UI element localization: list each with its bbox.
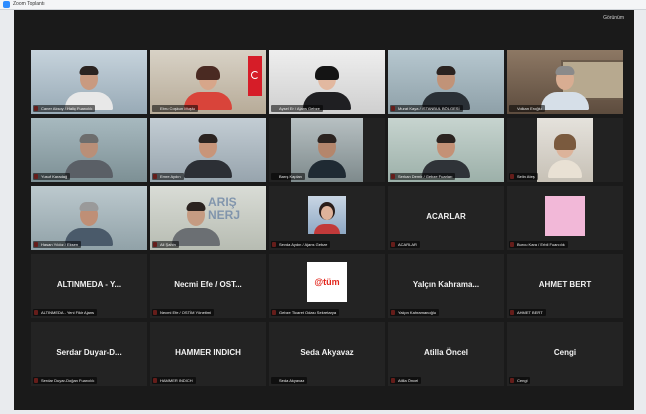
participant-tile[interactable]: Atilla Öncel Atilla Öncel [388, 322, 504, 386]
participant-video [170, 202, 222, 246]
participant-name: Volkan Eroğlu [509, 105, 545, 112]
participant-tile[interactable]: Yalçın Kahrama... Yalçın Kahramanoğlu [388, 254, 504, 318]
participant-name: Necmi Efe / OSTİM Yönetimi [152, 309, 215, 316]
participant-name: Gebze Ticaret Odası Sekretarya [271, 309, 340, 316]
participant-name: Selin Ateş [509, 173, 538, 180]
participant-display-name: ALTINMEDA - Y... [56, 280, 122, 289]
participant-display-name: Cengi [553, 348, 577, 357]
participant-tile[interactable]: Caner Aksoy / Haliç Fuarcılık [31, 50, 147, 114]
participant-name: Murat Kaya / İSTANBUL BÖLGESİ [390, 105, 463, 112]
participant-name: Cengi [509, 377, 531, 384]
participant-tile[interactable]: Serdar Duyar-D... Serdar Duyar-Doğan Fua… [31, 322, 147, 386]
participant-tile[interactable]: AHMET BERT AHMET BERT [507, 254, 623, 318]
participant-video-frame [537, 118, 593, 182]
participant-name: HAMMER INDICH [152, 377, 196, 384]
participant-name: Atilla Öncel [390, 377, 422, 384]
participant-name: Hasan Yıldız / Eksen [33, 241, 82, 248]
participant-video [420, 66, 472, 110]
participant-name: Serkan Demir / Gebze Fuarları [390, 173, 456, 180]
logo-text: @tüm [314, 277, 340, 287]
participant-video [301, 66, 353, 110]
participant-tile[interactable]: @tüm Gebze Ticaret Odası Sekretarya [269, 254, 385, 318]
participant-name: Sevda Aydın / Ajans Gebze [271, 241, 331, 248]
participant-avatar [545, 196, 585, 236]
participant-display-name: Necmi Efe / OST... [174, 280, 242, 289]
participant-tile[interactable]: Murat Kaya / İSTANBUL BÖLGESİ [388, 50, 504, 114]
participant-tile[interactable]: ARIŞ NERJ Ali Şahin [150, 186, 266, 250]
participant-display-name: AHMET BERT [538, 280, 592, 289]
participant-tile[interactable]: Serkan Demir / Gebze Fuarları [388, 118, 504, 182]
window-title: Zoom Toplantı [13, 1, 45, 7]
participant-video [539, 66, 591, 110]
participant-name: Yalçın Kahramanoğlu [390, 309, 439, 316]
participant-tile[interactable]: Emre Aydın [150, 118, 266, 182]
participant-tile[interactable]: ACARLAR ACARLAR [388, 186, 504, 250]
participant-video [63, 134, 115, 178]
participant-tile[interactable]: HAMMER INDICH HAMMER INDICH [150, 322, 266, 386]
avatar-body [314, 224, 340, 234]
participant-name: Caner Aksoy / Haliç Fuarcılık [33, 105, 96, 112]
participant-name: Seda Akyavaz [271, 377, 308, 384]
participant-tile[interactable]: Burcu Kara / Erbil Fuarcılık [507, 186, 623, 250]
participant-tile[interactable]: Necmi Efe / OST... Necmi Efe / OSTİM Yön… [150, 254, 266, 318]
participant-display-name: Atilla Öncel [423, 348, 468, 357]
participant-name: Ali Şahin [152, 241, 179, 248]
participant-tile[interactable]: Sedа Akyavaz Seda Akyavaz [269, 322, 385, 386]
window-titlebar: Zoom Toplantı [0, 0, 646, 10]
participant-name: Aysel Er / Ajans Gebze [271, 105, 323, 112]
view-mode-button[interactable]: Görünüm [603, 15, 624, 21]
participant-logo: @tüm [307, 262, 347, 302]
participant-tile[interactable]: Selin Ateş [507, 118, 623, 182]
participant-tile[interactable]: ALTINMEDA - Y... ALTINMEDA - Yeni Fikir … [31, 254, 147, 318]
participant-display-name: Sedа Akyavaz [300, 348, 354, 357]
participant-name: Emre Aydın [152, 173, 184, 180]
participant-video [547, 134, 583, 178]
participant-name: Serdar Duyar-Doğan Fuarcılık [33, 377, 98, 384]
participant-tile[interactable]: Ebru Coşkun Muşlu [150, 50, 266, 114]
participant-name: Burcu Kara / Erbil Fuarcılık [509, 241, 568, 248]
participant-tile[interactable]: Yusuf Karadağ [31, 118, 147, 182]
participant-name: Yusuf Karadağ [33, 173, 71, 180]
participant-name: Barış Kaplan [271, 173, 305, 180]
participant-display-name: HAMMER INDICH [175, 348, 241, 357]
participant-video [63, 66, 115, 110]
participant-name: Ebru Coşkun Muşlu [152, 105, 198, 112]
participant-video [307, 134, 347, 178]
participant-name: ALTINMEDA - Yeni Fikir Ajans [33, 309, 98, 316]
participant-avatar [308, 196, 346, 234]
participant-name: AHMET BERT [509, 309, 546, 316]
zoom-app-icon [3, 1, 10, 8]
participant-tile[interactable]: Hasan Yıldız / Eksen [31, 186, 147, 250]
participant-tile[interactable]: Aysel Er / Ajans Gebze [269, 50, 385, 114]
turkish-flag [248, 56, 262, 96]
participant-video [182, 134, 234, 178]
participant-tile[interactable]: Cengi Cengi [507, 322, 623, 386]
meeting-window: Görünüm Caner Aksoy / Haliç Fuarcılık Eb… [14, 10, 634, 410]
participant-display-name: ACARLAR [426, 212, 466, 221]
participant-name: ACARLAR [390, 241, 420, 248]
participant-tile[interactable]: Barış Kaplan [269, 118, 385, 182]
participant-video [420, 134, 472, 178]
participant-display-name: Yalçın Kahrama... [412, 280, 480, 289]
participant-tile[interactable]: Sevda Aydın / Ajans Gebze [269, 186, 385, 250]
participant-video [63, 202, 115, 246]
participant-video [182, 66, 234, 110]
avatar-face [321, 206, 333, 220]
participant-tile[interactable]: Volkan Eroğlu [507, 50, 623, 114]
participant-display-name: Serdar Duyar-D... [56, 348, 122, 357]
